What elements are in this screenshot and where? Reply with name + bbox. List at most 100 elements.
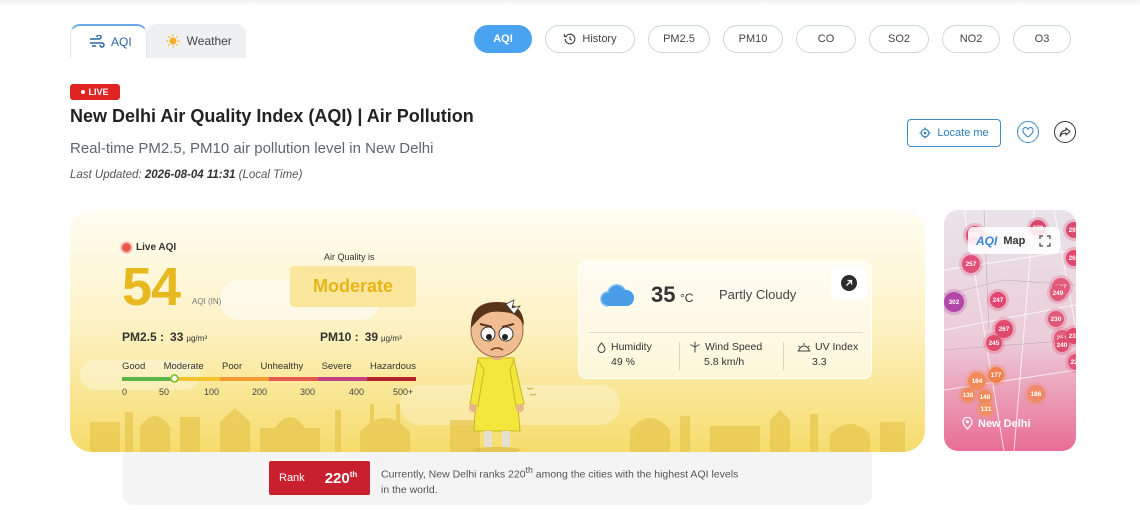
updated-suffix: (Local Time) bbox=[238, 169, 303, 181]
favorite-button[interactable] bbox=[1017, 121, 1039, 143]
map-aqi-marker[interactable]: 249 bbox=[1050, 285, 1066, 301]
pm10-unit: µg/m³ bbox=[381, 334, 402, 343]
weather-condition: Partly Cloudy bbox=[719, 287, 797, 302]
aqi-scale-bar bbox=[122, 377, 416, 381]
map-label: Map bbox=[1003, 234, 1026, 247]
rank-text-sup: th bbox=[525, 465, 533, 475]
pill-aqi[interactable]: AQI bbox=[474, 25, 532, 53]
history-icon bbox=[564, 33, 576, 45]
locate-me-button[interactable]: Locate me bbox=[907, 119, 1001, 147]
map-aqi-marker[interactable]: 230 bbox=[1048, 311, 1064, 327]
scale-label-moderate: Moderate bbox=[163, 361, 204, 372]
map-aqi-marker[interactable]: 138 bbox=[961, 388, 975, 402]
map-aqi-marker[interactable]: 131 bbox=[979, 402, 993, 416]
uv-sun-icon bbox=[797, 342, 811, 351]
uv-index-value: 3.3 bbox=[812, 356, 827, 368]
sun-icon bbox=[166, 34, 180, 48]
pill-o3[interactable]: O3 bbox=[1013, 25, 1071, 53]
scale-number: 400 bbox=[349, 387, 365, 397]
humidity-value: 49 % bbox=[611, 356, 635, 368]
pill-no2[interactable]: NO2 bbox=[942, 25, 1000, 53]
live-badge: LIVE bbox=[70, 84, 120, 100]
aqi-scale-labels: Good Moderate Poor Unhealthy Severe Haza… bbox=[122, 361, 416, 372]
pill-co[interactable]: CO bbox=[796, 25, 856, 53]
map-aqi-marker[interactable]: 245 bbox=[986, 335, 1002, 351]
pill-o3-label: O3 bbox=[1034, 33, 1050, 45]
rank-description: Currently, New Delhi ranks 220th among t… bbox=[381, 463, 741, 498]
wind-speed-value: 5.8 km/h bbox=[704, 356, 745, 368]
share-button[interactable] bbox=[1054, 121, 1076, 143]
tab-weather[interactable]: Weather bbox=[146, 24, 246, 58]
scale-number: 0 bbox=[122, 387, 128, 397]
pill-so2[interactable]: SO2 bbox=[869, 25, 929, 53]
scale-label-hazardous: Hazardous bbox=[370, 361, 416, 372]
live-aqi-text: Live AQI bbox=[136, 242, 177, 253]
map-aqi-marker[interactable]: 177 bbox=[988, 367, 1004, 383]
pollutant-tabs: AQI History PM2.5 PM10 CO SO2 NO2 O3 bbox=[474, 25, 1071, 53]
pill-history[interactable]: History bbox=[545, 25, 635, 53]
cloud-icon bbox=[600, 284, 635, 307]
pill-history-label: History bbox=[582, 33, 617, 45]
weather-details-button[interactable] bbox=[831, 267, 867, 299]
pill-aqi-label: AQI bbox=[493, 33, 513, 45]
aqi-scale-marker bbox=[169, 374, 179, 383]
pill-pm25[interactable]: PM2.5 bbox=[648, 25, 710, 53]
aqi-unit: AQI (IN) bbox=[192, 297, 222, 306]
scale-number: 50 bbox=[159, 387, 170, 397]
rank-value: 220th bbox=[325, 470, 358, 487]
rank-badge: Rank 220th bbox=[269, 461, 370, 495]
map-aqi-marker[interactable]: 186 bbox=[1027, 385, 1045, 403]
aqi-value: 54 bbox=[122, 257, 181, 317]
pm10-label: PM10 : bbox=[320, 330, 359, 344]
map-aqi-marker[interactable]: 240 bbox=[1055, 338, 1069, 352]
scale-segment bbox=[220, 377, 269, 381]
map-aqi-marker[interactable]: 247 bbox=[990, 292, 1006, 308]
pill-pm10-label: PM10 bbox=[738, 33, 768, 45]
rank-suffix: th bbox=[349, 469, 358, 479]
scale-segment bbox=[318, 377, 367, 381]
map-card[interactable]: 2702792902572662273022472492302672452512… bbox=[944, 210, 1076, 451]
map-aqi-marker[interactable]: 257 bbox=[962, 255, 980, 273]
map-aqi-marker[interactable]: 290 bbox=[1066, 222, 1076, 238]
live-badge-label: LIVE bbox=[88, 87, 109, 97]
scale-segment bbox=[122, 377, 171, 381]
top-strip bbox=[0, 0, 1140, 6]
map-aqi-marker[interactable]: 266 bbox=[1066, 250, 1076, 266]
pill-pm10[interactable]: PM10 bbox=[723, 25, 783, 53]
pm25-unit: µg/m³ bbox=[186, 334, 207, 343]
pill-co-label: CO bbox=[817, 33, 835, 45]
live-dot-icon bbox=[81, 90, 86, 94]
uv-index-stat: UV Index 3.3 bbox=[797, 341, 858, 368]
rank-number: 220 bbox=[324, 469, 350, 487]
locate-me-label: Locate me bbox=[937, 127, 989, 139]
wind-speed-label: Wind Speed bbox=[705, 341, 763, 353]
last-updated: Last Updated: 2026-08-04 11:31 (Local Ti… bbox=[70, 169, 302, 181]
weather-divider bbox=[589, 332, 863, 333]
page-title: New Delhi Air Quality Index (AQI) | Air … bbox=[70, 106, 474, 126]
crosshair-icon bbox=[919, 127, 931, 139]
scale-label-unhealthy: Unhealthy bbox=[260, 361, 304, 372]
humidity-label: Humidity bbox=[611, 341, 652, 353]
humidity-stat: Humidity 49 % bbox=[596, 341, 652, 368]
scale-segment bbox=[269, 377, 318, 381]
tab-aqi[interactable]: AQI bbox=[70, 24, 147, 58]
scale-number: 100 bbox=[204, 387, 220, 397]
map-location: New Delhi bbox=[962, 417, 1031, 430]
page-subtitle: Real-time PM2.5, PM10 air pollution leve… bbox=[70, 140, 434, 157]
pm10-reading: PM10 : 39 µg/m³ bbox=[320, 330, 402, 344]
scale-number: 300 bbox=[300, 387, 316, 397]
live-pulse-icon bbox=[122, 243, 131, 252]
pm10-value: 39 bbox=[364, 330, 379, 344]
rank-text-before: Currently, New Delhi ranks 220 bbox=[381, 468, 526, 481]
tab-weather-label: Weather bbox=[186, 34, 232, 48]
scale-label-poor: Poor bbox=[222, 361, 243, 372]
rank-label: Rank bbox=[279, 472, 305, 484]
map-aqi-marker[interactable]: 164 bbox=[968, 372, 986, 390]
humidity-icon bbox=[597, 341, 606, 353]
air-quality-label: Air Quality is bbox=[324, 252, 375, 262]
fullscreen-icon[interactable] bbox=[1039, 234, 1051, 247]
map-location-label: New Delhi bbox=[978, 417, 1031, 430]
map-aqi-marker[interactable]: 302 bbox=[944, 292, 964, 312]
temperature-unit: °C bbox=[680, 291, 694, 305]
cartoon-character-illustration bbox=[469, 299, 536, 452]
